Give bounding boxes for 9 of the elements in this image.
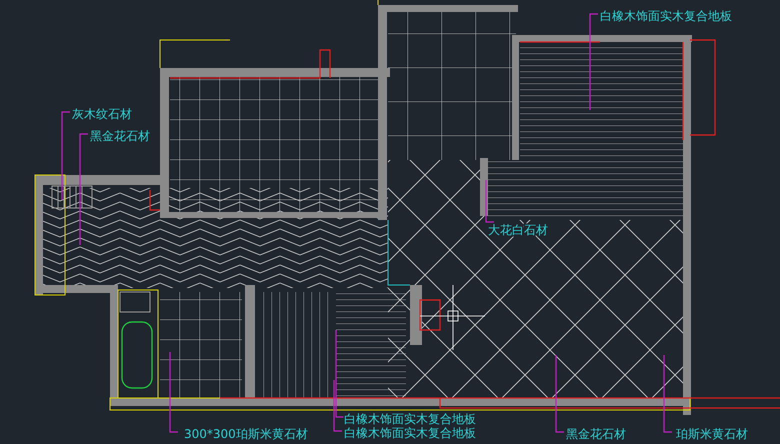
material-label: 白橡木饰面实木复合地板 [344, 426, 476, 440]
leader-line [485, 180, 494, 223]
material-label: 珀斯米黄石材 [676, 427, 748, 441]
material-label: 黑金花石材 [90, 129, 150, 143]
material-label: 白橡木饰面实木复合地板 [600, 9, 732, 23]
material-label: 灰木纹石材 [72, 107, 132, 121]
material-label: 黑金花石材 [566, 427, 626, 441]
material-label: 白橡木饰面实木复合地板 [344, 412, 476, 426]
material-label: 300*300珀斯米黄石材 [184, 427, 308, 441]
